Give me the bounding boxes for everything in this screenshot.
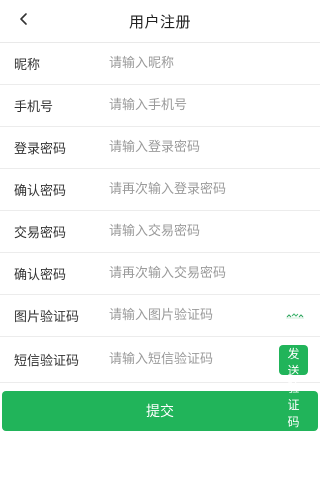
confirm-login-password-input[interactable] [109, 177, 320, 202]
phone-label: 手机号 [14, 100, 54, 115]
sms-code-input[interactable] [109, 347, 279, 372]
captcha-image[interactable] [284, 311, 306, 321]
top-navbar: 用户注册 [0, 0, 320, 43]
nickname-input[interactable] [109, 51, 320, 76]
confirm-login-password-label: 确认密码 [14, 184, 67, 199]
confirm-login-password-row: 确认密码 [0, 169, 320, 211]
image-captcha-row: 图片验证码 [0, 295, 320, 337]
send-code-button[interactable]: 发送验证码 [279, 344, 308, 429]
trade-password-row: 交易密码 [0, 211, 320, 253]
sms-code-row: 短信验证码 发送验证码 [0, 337, 320, 429]
nickname-label: 昵称 [14, 58, 41, 73]
login-password-label: 登录密码 [14, 142, 67, 157]
submit-area: 提交 [0, 383, 320, 431]
login-password-input[interactable] [109, 135, 320, 160]
back-button[interactable] [12, 8, 36, 32]
submit-button[interactable]: 提交 [2, 391, 318, 431]
login-password-row: 登录密码 [0, 127, 320, 169]
chevron-left-icon [18, 11, 30, 30]
phone-row: 手机号 [0, 85, 320, 127]
confirm-trade-password-input[interactable] [109, 261, 320, 286]
confirm-trade-password-label: 确认密码 [14, 268, 67, 283]
phone-input[interactable] [109, 93, 320, 118]
image-captcha-input[interactable] [109, 303, 284, 328]
sms-code-label: 短信验证码 [14, 354, 80, 369]
nickname-row: 昵称 [0, 43, 320, 85]
register-screen: 用户注册 昵称 手机号 登录密码 确认密码 交易密码 确认密码 图片验证码 [0, 0, 320, 480]
confirm-trade-password-row: 确认密码 [0, 253, 320, 295]
image-captcha-label: 图片验证码 [14, 310, 80, 325]
trade-password-label: 交易密码 [14, 226, 67, 241]
register-form: 昵称 手机号 登录密码 确认密码 交易密码 确认密码 图片验证码 [0, 43, 320, 429]
page-title: 用户注册 [128, 12, 191, 31]
trade-password-input[interactable] [109, 219, 320, 244]
